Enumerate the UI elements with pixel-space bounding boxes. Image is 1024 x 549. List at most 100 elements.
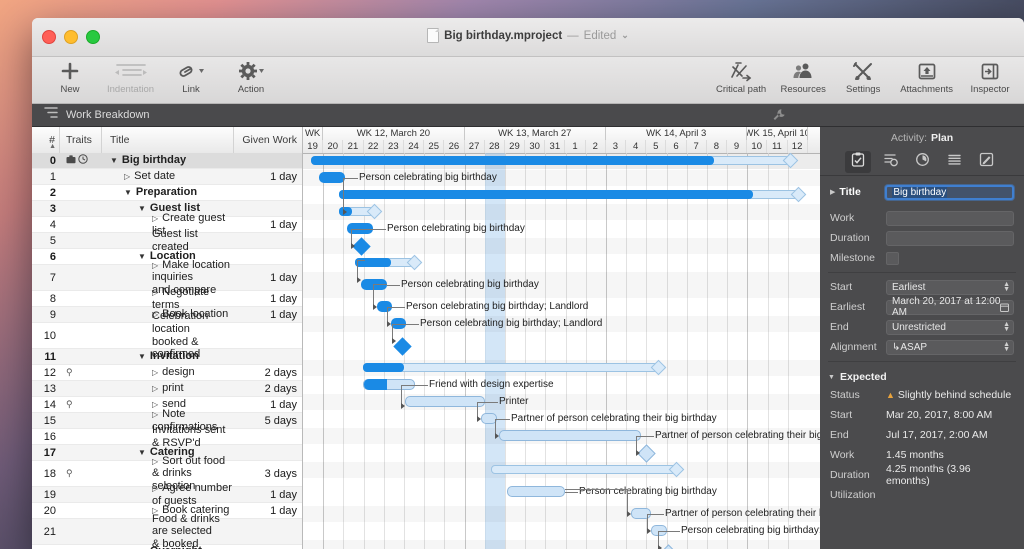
- inspector-tab-resources[interactable]: [877, 151, 903, 173]
- resources-button[interactable]: Resources: [773, 59, 833, 101]
- table-row[interactable]: 8 ▷ Negotiate terms 1 day: [32, 286, 302, 311]
- link-button[interactable]: Link: [161, 59, 221, 101]
- timeline-day-cell: 31: [545, 140, 566, 153]
- gantt-bar-label: Partner of person celebrating their big …: [665, 508, 820, 519]
- gantt-summary-bar[interactable]: [339, 186, 807, 203]
- disclosure-triangle-right-icon[interactable]: ▷: [152, 288, 158, 297]
- gantt-task-bar[interactable]: [499, 430, 641, 441]
- column-header-given-work[interactable]: Given Work: [234, 127, 302, 153]
- disclosure-triangle-right-icon[interactable]: ▷: [152, 214, 158, 223]
- gantt-bar-label: Partner of person celebrating their big …: [655, 430, 820, 441]
- timeline-week-row: WK WK 12, March 20 WK 13, March 27 WK 14, A…: [303, 127, 820, 140]
- gantt-body[interactable]: Person celebrating big birthday Person ce…: [303, 153, 820, 549]
- select-dropdown[interactable]: Earliest ▲ ▼: [886, 279, 1014, 295]
- row-title-text: Negotiate terms: [152, 285, 210, 311]
- column-header-traits[interactable]: Traits: [60, 127, 102, 153]
- new-label: New: [60, 84, 80, 95]
- gantt-task-bar[interactable]: [319, 172, 345, 183]
- critical-path-button[interactable]: Critical path: [709, 59, 773, 101]
- disclosure-triangle-right-icon[interactable]: ▷: [152, 384, 158, 393]
- row-number: 2: [49, 186, 56, 199]
- table-row[interactable]: 0 ▼ Big birthday: [32, 153, 302, 169]
- column-header-title[interactable]: Title: [102, 127, 234, 153]
- inspector-tab-plan[interactable]: [845, 151, 871, 173]
- expected-disclosure-icon[interactable]: ▼: [828, 374, 835, 381]
- date-picker-input[interactable]: March 20, 2017 at 12:00 AM: [886, 296, 1014, 318]
- timeline-day-cell: 7: [687, 140, 707, 153]
- table-row[interactable]: 22▼Overnight accommodation: [32, 545, 302, 549]
- title-input[interactable]: Big birthday: [885, 184, 1014, 200]
- new-button[interactable]: New: [40, 59, 100, 101]
- disclosure-triangle-down-icon[interactable]: ▼: [138, 352, 146, 361]
- gantt-task-bar[interactable]: [507, 486, 565, 497]
- gantt-task-bar[interactable]: [405, 396, 485, 407]
- summary-progress: [339, 190, 753, 199]
- table-row[interactable]: 19 ▷ Agree number of guests 1 day: [32, 482, 302, 507]
- inspector-tab-notes[interactable]: [973, 151, 999, 173]
- table-header: # ▲ Traits Title Given Work: [32, 127, 302, 154]
- inspector-expected-rows: Status ▲ Slightly behind schedule Start Mar …: [820, 385, 1024, 505]
- select-dropdown[interactable]: Unrestricted ▲ ▼: [886, 319, 1014, 335]
- gantt-label-leader-line: [373, 229, 386, 230]
- table-row[interactable]: 10 Celebration location booked & confirme…: [32, 310, 302, 360]
- disclosure-triangle-right-icon[interactable]: ▷: [152, 410, 158, 419]
- milestone-checkbox[interactable]: [886, 251, 899, 265]
- expected-label: Start: [830, 409, 853, 421]
- inspector-tab-list[interactable]: [941, 151, 967, 173]
- table-row[interactable]: 11 ▼ Invitation: [32, 349, 302, 365]
- chevron-down-icon[interactable]: ▼: [1003, 326, 1010, 333]
- indentation-label: Indentation: [107, 84, 155, 95]
- disclosure-triangle-right-icon[interactable]: ▷: [152, 484, 158, 493]
- table-row[interactable]: 2 ▼ Preparation: [32, 185, 302, 201]
- row-title-text: Preparation: [135, 186, 198, 199]
- title-disclosure-icon[interactable]: ▶: [830, 188, 835, 196]
- calendar-icon[interactable]: [1000, 303, 1009, 314]
- disclosure-triangle-right-icon[interactable]: ▷: [152, 457, 158, 466]
- gantt-summary-bar[interactable]: [363, 359, 667, 376]
- disclosure-triangle-right-icon[interactable]: ▷: [152, 261, 158, 270]
- column-header-number[interactable]: # ▲: [32, 127, 60, 153]
- wrench-icon[interactable]: [772, 108, 786, 127]
- attachments-button[interactable]: Attachments: [893, 59, 960, 101]
- gantt-summary-bar[interactable]: [491, 461, 685, 478]
- work-breakdown-tab[interactable]: Work Breakdown: [32, 106, 150, 124]
- table-row[interactable]: 1 ▷ Set date 1 day: [32, 169, 302, 185]
- timeline-day-cell: 6: [666, 140, 687, 153]
- table-row[interactable]: 13 ▷ print 2 days: [32, 381, 302, 397]
- constraint-row-earliest: Earliest March 20, 2017 at 12:00 AM: [820, 296, 1024, 318]
- chevron-down-icon[interactable]: ▼: [1003, 346, 1010, 353]
- table-row[interactable]: 21 Food & drinks are selected & booked: [32, 513, 302, 549]
- notes-pencil-icon: [979, 152, 994, 172]
- table-row[interactable]: 12 ⚲ ▷ design 2 days: [32, 365, 302, 381]
- attachments-icon: [915, 59, 939, 83]
- document-title-text: Big birthday.mproject: [444, 29, 563, 42]
- settings-button[interactable]: Settings: [833, 59, 893, 101]
- table-row[interactable]: 16 Invitations sent & RSVP'd: [32, 424, 302, 449]
- gantt-summary-bar[interactable]: [311, 153, 799, 169]
- row-number: 9: [49, 308, 56, 321]
- work-input[interactable]: [886, 210, 1014, 226]
- gantt-dependency-arrow-icon: [495, 433, 499, 439]
- table-row[interactable]: 5 Guest list created: [32, 228, 302, 253]
- inspector-tabs[interactable]: [820, 149, 1024, 176]
- gantt-dependency-arrow-icon: [477, 416, 481, 422]
- duration-input[interactable]: [886, 230, 1014, 246]
- timeline-day-cell: 23: [384, 140, 404, 153]
- gantt-label-leader-line: [387, 285, 400, 286]
- indentation-button[interactable]: Indentation: [100, 59, 161, 101]
- disclosure-triangle-down-icon[interactable]: ▼: [124, 188, 132, 197]
- row-title-text: print: [162, 382, 184, 395]
- gantt-bar-label: Person celebrating big birthday: [579, 486, 717, 497]
- chevron-down-icon[interactable]: ⌄: [621, 30, 629, 41]
- chevron-down-icon[interactable]: ▼: [1003, 286, 1010, 293]
- disclosure-triangle-right-icon[interactable]: ▷: [152, 368, 158, 377]
- expected-section-header[interactable]: ▼ Expected: [820, 366, 1024, 385]
- row-number: 18: [43, 467, 56, 480]
- inspector-tab-progress[interactable]: [909, 151, 935, 173]
- disclosure-triangle-down-icon[interactable]: ▼: [110, 156, 118, 165]
- action-button[interactable]: Action: [221, 59, 281, 101]
- inspector-button[interactable]: Inspector: [960, 59, 1020, 101]
- disclosure-triangle-right-icon[interactable]: ▷: [124, 172, 130, 181]
- select-dropdown[interactable]: ↳ASAP ▲ ▼: [886, 339, 1014, 355]
- table-body: 0 ▼ Big birthday 1 ▷ Set date 1 day 2 ▼ Preparati…: [32, 153, 302, 549]
